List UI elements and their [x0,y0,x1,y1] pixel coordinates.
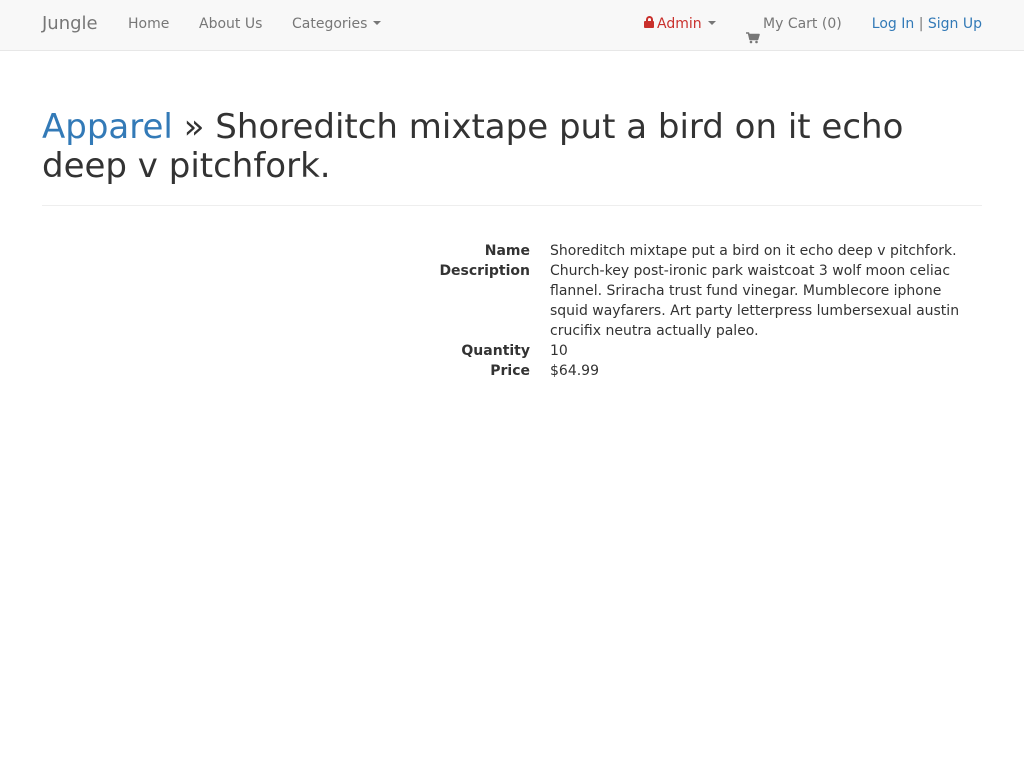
navbar: Jungle Home About Us Categories Admin My… [0,0,1024,51]
detail-label: Quantity [461,343,530,359]
nav-admin-dropdown[interactable]: Admin [644,0,716,50]
nav-categories-dropdown[interactable]: Categories [292,0,382,50]
signup-link[interactable]: Sign Up [928,16,982,32]
nav-cart-label: My Cart (0) [763,16,842,32]
auth-separator: | [918,16,924,32]
detail-value: $64.99 [550,363,599,379]
nav-about-link[interactable]: About Us [199,0,262,50]
detail-label: Name [484,243,530,259]
detail-label: Price [490,363,530,379]
nav-categories-label: Categories [292,16,368,32]
product-details: Name Shoreditch mixtape put a bird on it… [42,241,982,381]
nav-home-link[interactable]: Home [128,0,169,50]
lock-icon [644,16,654,28]
detail-row-price: Price $64.99 [42,361,982,381]
page-header: Apparel » Shoreditch mixtape put a bird … [42,108,982,206]
detail-row-name: Name Shoreditch mixtape put a bird on it… [42,241,982,261]
detail-value: 10 [550,343,568,359]
nav-admin-label: Admin [657,16,702,32]
breadcrumb-separator: » [183,107,205,147]
detail-value: Church-key post-ironic park waistcoat 3 … [550,263,960,339]
chevron-down-icon [707,21,716,25]
shopping-cart-icon [746,16,760,44]
brand-link[interactable]: Jungle [42,0,98,50]
nav-cart-link[interactable]: My Cart (0) [746,0,842,50]
auth-links: Log In | Sign Up [872,0,982,50]
chevron-down-icon [373,21,382,25]
detail-value: Shoreditch mixtape put a bird on it echo… [550,243,957,259]
detail-row-description: Description Church-key post-ironic park … [42,261,982,341]
detail-label: Description [439,263,530,279]
page-title: Apparel » Shoreditch mixtape put a bird … [42,108,982,186]
login-link[interactable]: Log In [872,16,914,32]
category-breadcrumb-link[interactable]: Apparel [42,107,173,147]
detail-row-quantity: Quantity 10 [42,341,982,361]
